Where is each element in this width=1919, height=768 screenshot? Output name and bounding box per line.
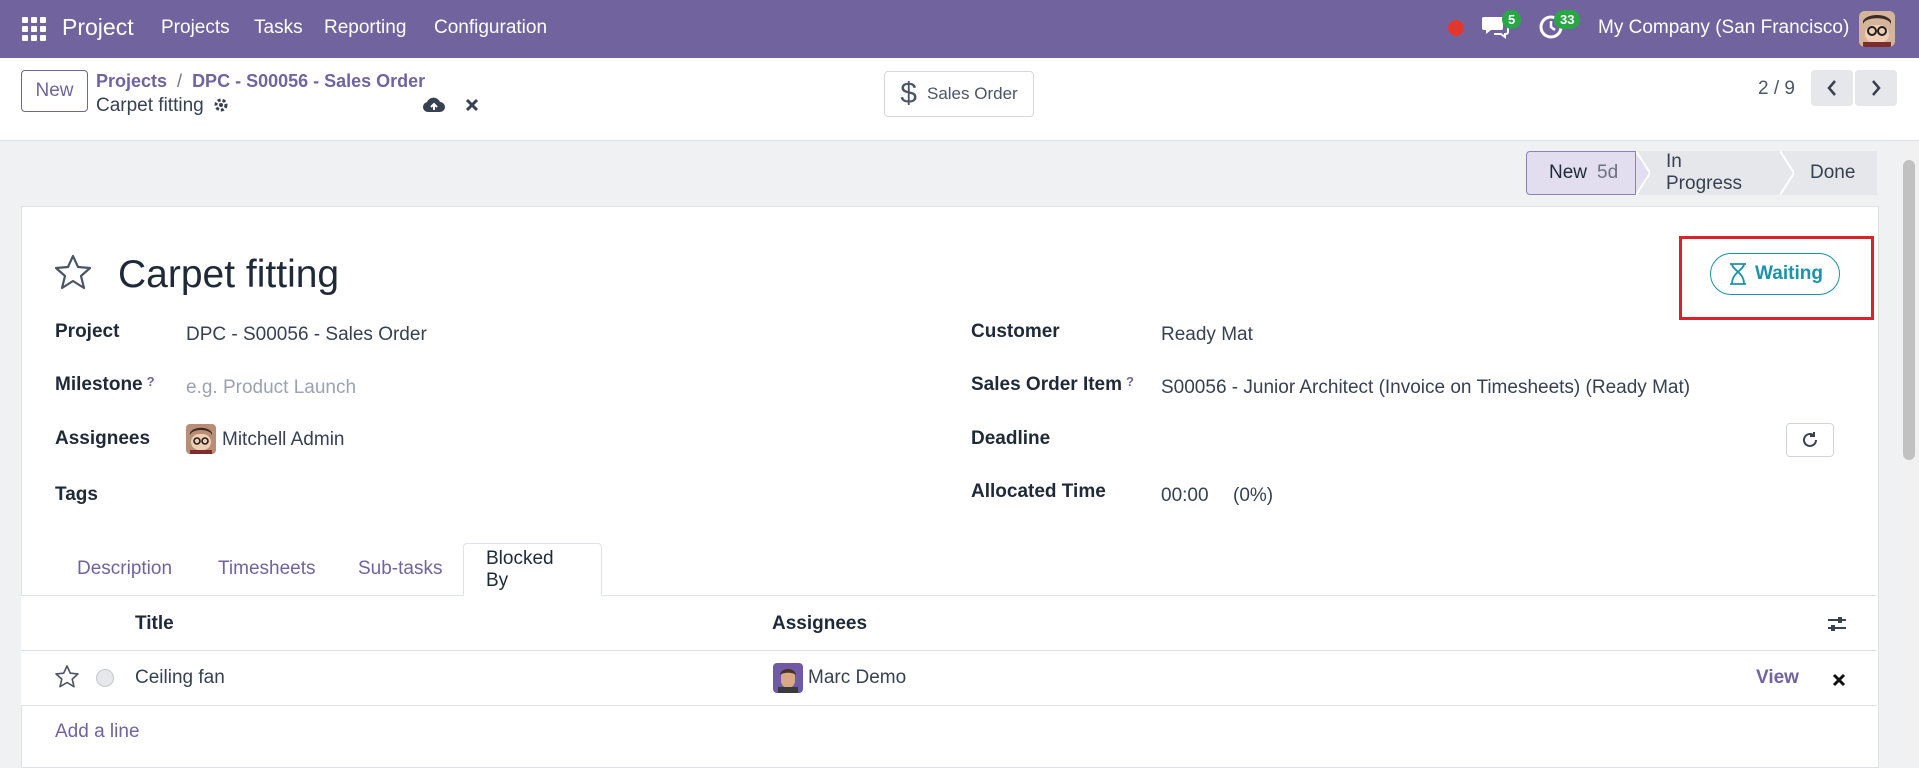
milestone-field[interactable]: e.g. Product Launch <box>186 377 356 399</box>
discard-close-icon[interactable] <box>464 97 480 118</box>
help-icon[interactable]: ? <box>147 374 155 389</box>
stage-in-progress[interactable]: In Progress <box>1636 151 1780 195</box>
stage-duration: 5d <box>1597 162 1619 183</box>
milestone-label-text: Milestone <box>55 374 143 395</box>
help-icon[interactable]: ? <box>1126 374 1134 389</box>
new-button[interactable]: New <box>21 70 88 112</box>
save-cloud-icon[interactable] <box>422 96 446 121</box>
company-switcher[interactable]: My Company (San Francisco) <box>1598 17 1849 39</box>
recording-indicator-icon[interactable] <box>1448 20 1464 36</box>
smart-button-label: Sales Order <box>926 84 1018 103</box>
sales-order-item-field[interactable]: S00056 - Junior Architect (Invoice on Ti… <box>1161 377 1690 399</box>
refresh-button[interactable] <box>1786 423 1834 457</box>
scrollbar-thumb[interactable] <box>1903 160 1915 460</box>
priority-star-icon[interactable] <box>53 253 93 296</box>
allocated-time-label: Allocated Time <box>971 481 1106 502</box>
customer-label: Customer <box>971 321 1060 342</box>
pager-previous-button[interactable] <box>1811 70 1853 106</box>
stage-done-label: Done <box>1810 162 1856 183</box>
stage-new[interactable]: New 5d <box>1526 151 1636 195</box>
messages-badge: 5 <box>1502 10 1522 29</box>
refresh-icon <box>1803 432 1817 447</box>
breadcrumb-project[interactable]: DPC - S00056 - Sales Order <box>192 71 425 91</box>
assignee-avatar <box>186 424 216 454</box>
app-name[interactable]: Project <box>62 14 134 41</box>
menu-reporting[interactable]: Reporting <box>324 17 406 39</box>
sales-order-smart-button[interactable]: $ Sales Order <box>884 71 1034 117</box>
stage-in-progress-label: In Progress <box>1666 151 1743 194</box>
menu-configuration[interactable]: Configuration <box>434 17 547 39</box>
tab-sub-tasks[interactable]: Sub-tasks <box>336 543 464 595</box>
chevron-right-icon <box>1872 80 1881 96</box>
chevron-left-icon <box>1827 80 1836 96</box>
notebook-tabs: Description Timesheets Sub-tasks Blocked… <box>21 543 1877 596</box>
tab-blocked-by[interactable]: Blocked By <box>463 543 602 596</box>
pager-value[interactable]: 2 / 9 <box>1758 78 1795 100</box>
breadcrumb: Projects / DPC - S00056 - Sales Order <box>96 71 425 92</box>
so-item-label-text: Sales Order Item <box>971 374 1123 395</box>
breadcrumb-current: Carpet fitting <box>96 95 229 119</box>
dollar-icon: $ <box>900 77 917 110</box>
menu-tasks[interactable]: Tasks <box>254 17 303 39</box>
customer-field[interactable]: Ready Mat <box>1161 324 1253 346</box>
add-a-line-link[interactable]: Add a line <box>55 721 140 743</box>
sales-order-item-label: Sales Order Item? <box>971 374 1134 396</box>
row-view-button[interactable]: View <box>1756 667 1799 689</box>
column-title[interactable]: Title <box>135 613 174 635</box>
stage-arrow-divider <box>1636 151 1650 195</box>
list-header: Title Assignees <box>21 596 1877 651</box>
highlight-box <box>1679 236 1874 320</box>
project-field[interactable]: DPC - S00056 - Sales Order <box>186 324 427 346</box>
task-title[interactable]: Carpet fitting <box>118 253 339 297</box>
deadline-label: Deadline <box>971 428 1051 449</box>
gear-icon[interactable] <box>213 97 229 119</box>
breadcrumb-separator: / <box>177 71 183 91</box>
table-row[interactable]: Ceiling fan Marc Demo View <box>21 651 1877 706</box>
column-assignees[interactable]: Assignees <box>772 613 867 635</box>
row-title[interactable]: Ceiling fan <box>135 667 225 689</box>
row-star-icon[interactable] <box>54 664 80 695</box>
assignee-name[interactable]: Mitchell Admin <box>222 429 345 451</box>
row-assignee-name: Marc Demo <box>808 667 907 688</box>
milestone-label: Milestone? <box>55 374 155 396</box>
tab-timesheets[interactable]: Timesheets <box>196 543 338 595</box>
assignees-label: Assignees <box>55 428 151 449</box>
breadcrumb-projects[interactable]: Projects <box>96 71 167 91</box>
allocated-percent: (0%) <box>1233 485 1274 506</box>
current-record-name: Carpet fitting <box>96 95 204 116</box>
row-status-circle-icon[interactable] <box>96 669 114 687</box>
allocated-time-field[interactable]: 00:00 <box>1161 485 1209 507</box>
stage-statusbar: New 5d In Progress Done <box>1526 151 1877 195</box>
activities-badge: 33 <box>1554 10 1581 29</box>
stage-done[interactable]: Done <box>1780 151 1877 195</box>
project-label: Project <box>55 321 120 342</box>
top-navbar: Project Projects Tasks Reporting Configu… <box>0 0 1919 58</box>
control-panel: New Projects / DPC - S00056 - Sales Order … <box>0 58 1919 141</box>
stage-arrow-divider <box>1780 151 1794 195</box>
menu-projects[interactable]: Projects <box>161 17 230 39</box>
apps-menu-icon[interactable] <box>22 17 46 41</box>
row-assignee-avatar <box>773 663 803 693</box>
tags-label: Tags <box>55 484 98 505</box>
pager-next-button[interactable] <box>1855 70 1897 106</box>
stage-new-label: New <box>1549 162 1588 183</box>
tab-description[interactable]: Description <box>55 543 194 595</box>
user-avatar[interactable] <box>1859 11 1895 47</box>
row-remove-icon[interactable] <box>1832 671 1846 692</box>
optional-columns-icon[interactable] <box>1827 615 1847 638</box>
